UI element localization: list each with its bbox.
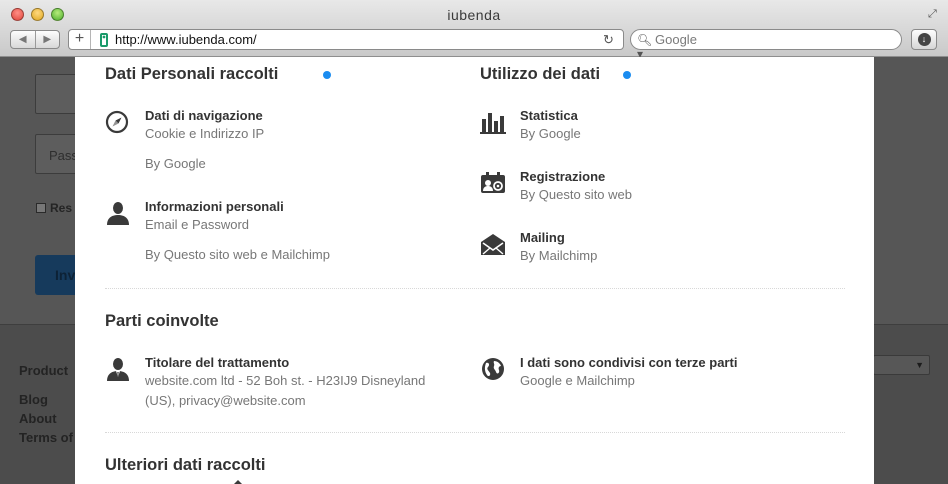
person-icon <box>105 201 131 225</box>
item-detail: Cookie e Indirizzo IP <box>145 126 265 141</box>
section-divider <box>105 288 845 289</box>
bar-chart-icon <box>480 110 506 134</box>
footer-link-about: About <box>19 411 57 426</box>
item-title: Informazioni personali <box>145 199 284 214</box>
privacy-policy-modal: Dati Personali raccolti Utilizzo dei dat… <box>75 57 874 484</box>
fullscreen-icon[interactable]: ⤢ <box>928 8 940 20</box>
item-body: Titolare del trattamento website.com ltd… <box>145 355 465 411</box>
item-body: I dati sono condivisi con terze parti Go… <box>520 355 840 391</box>
browser-toolbar: iubenda ⤢ ◀ ▶ + http://www.iubenda.com/ … <box>0 0 948 61</box>
item-body: Mailing By Mailchimp <box>520 230 840 266</box>
language-select: ▼ <box>873 355 930 375</box>
item-source: By Google <box>145 156 206 171</box>
item-detail: (US), privacy@website.com <box>145 393 306 408</box>
history-nav: ◀ ▶ <box>10 30 60 49</box>
reload-icon[interactable]: ↻ <box>603 32 617 47</box>
section-title-utilizzo: Utilizzo dei dati <box>480 65 601 83</box>
item-body: Dati di navigazione Cookie e Indirizzo I… <box>145 108 465 174</box>
search-input[interactable] <box>655 32 885 47</box>
window-title: iubenda <box>447 7 501 23</box>
item-title: I dati sono condivisi con terze parti <box>520 355 738 370</box>
url-text[interactable]: http://www.iubenda.com/ <box>115 32 603 47</box>
item-body: Informazioni personali Email e Password … <box>145 199 465 265</box>
add-bookmark-button[interactable]: + <box>69 30 91 49</box>
address-bar[interactable]: + http://www.iubenda.com/ ↻ <box>68 29 624 50</box>
partial-icon <box>234 480 242 484</box>
envelope-icon <box>480 232 506 256</box>
person-suit-icon <box>105 357 131 381</box>
section-divider <box>105 432 845 433</box>
item-body: Statistica By Google <box>520 108 840 144</box>
download-icon: ↓ <box>917 33 931 46</box>
remember-checkbox: Res <box>36 201 72 215</box>
item-body: Registrazione By Questo sito web <box>520 169 840 205</box>
remember-label: Res <box>50 201 73 215</box>
footer-title: Product <box>19 363 69 378</box>
registration-icon <box>480 171 506 195</box>
compass-icon <box>105 110 131 134</box>
section-title-dati-raccolti: Dati Personali raccolti <box>105 65 279 83</box>
search-icon[interactable]: 🔍︎▾ <box>637 33 655 61</box>
section-title-parti-coinvolte: Parti coinvolte <box>105 312 219 330</box>
item-title: Titolare del trattamento <box>145 355 290 370</box>
item-source: By Questo sito web <box>520 187 632 202</box>
item-source: By Mailchimp <box>520 248 598 263</box>
item-title: Mailing <box>520 230 565 245</box>
downloads-button[interactable]: ↓ <box>911 29 937 50</box>
info-dot-icon[interactable] <box>623 71 631 79</box>
info-dot-icon[interactable] <box>323 71 331 79</box>
item-title: Registrazione <box>520 169 606 184</box>
item-detail: website.com ltd - 52 Boh st. - H23IJ9 Di… <box>145 373 426 388</box>
section-title-ulteriori-dati: Ulteriori dati raccolti <box>105 456 266 474</box>
item-source: By Google <box>520 126 581 141</box>
globe-icon <box>480 357 506 381</box>
site-favicon-icon <box>100 32 108 47</box>
item-title: Statistica <box>520 108 578 123</box>
footer-link-terms: Terms of <box>19 430 73 445</box>
footer-link-blog: Blog <box>19 392 48 407</box>
back-button[interactable]: ◀ <box>11 31 36 48</box>
search-field[interactable]: 🔍︎▾ <box>630 29 902 61</box>
forward-button[interactable]: ▶ <box>36 31 60 48</box>
item-title: Dati di navigazione <box>145 108 263 123</box>
item-source: By Questo sito web e Mailchimp <box>145 247 330 262</box>
item-detail: Email e Password <box>145 217 250 232</box>
item-detail: Google e Mailchimp <box>520 373 635 388</box>
